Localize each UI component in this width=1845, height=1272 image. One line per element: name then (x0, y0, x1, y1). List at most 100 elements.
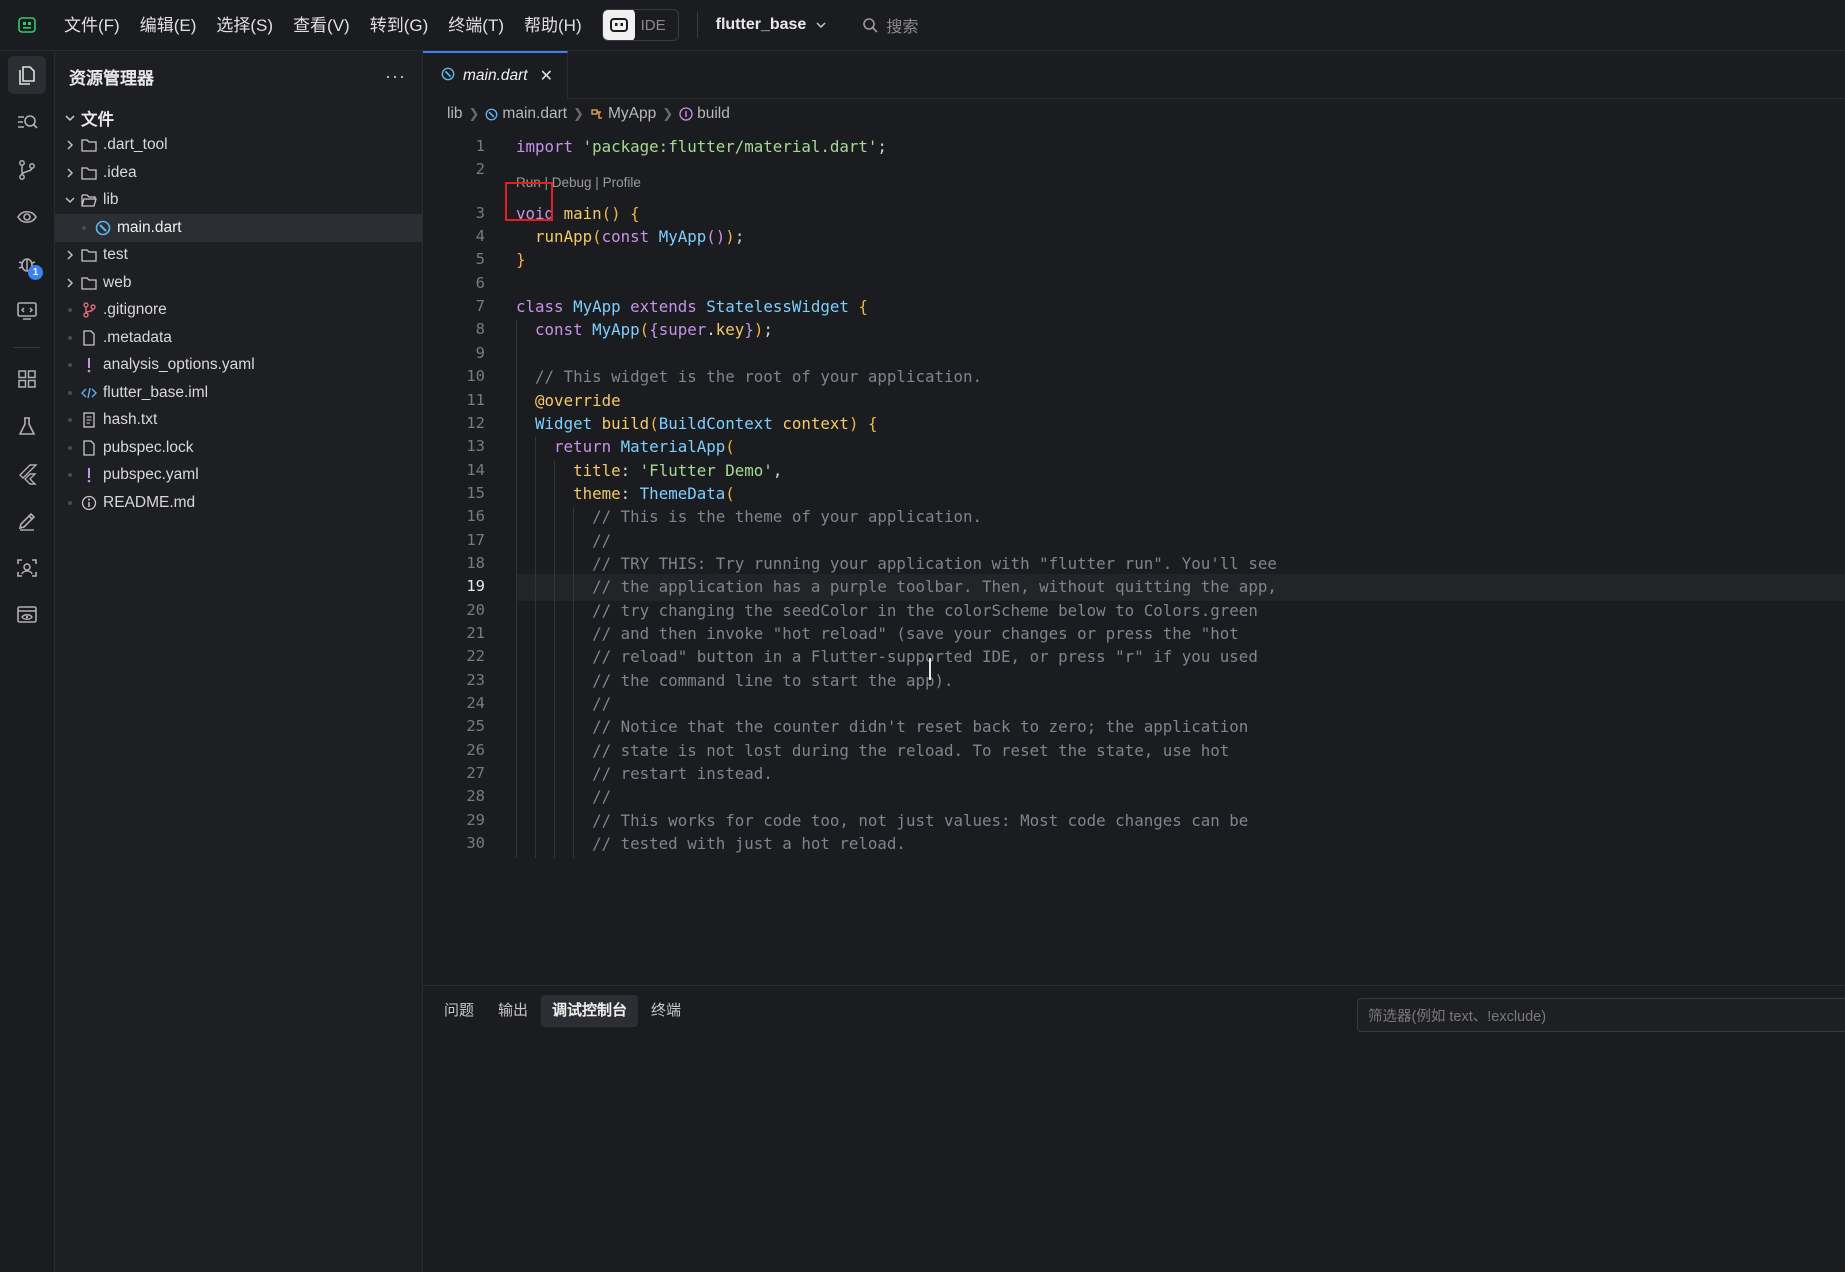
tree-item-web[interactable]: web (55, 269, 422, 297)
extensions-grid-icon[interactable] (8, 360, 46, 398)
code-line: Widget build(BuildContext context) { (535, 413, 878, 433)
tree-item-label: web (103, 273, 132, 291)
edit-pen-icon[interactable] (8, 502, 46, 540)
chevron-down-icon (63, 113, 77, 123)
code-line: // This works for code too, not just val… (592, 810, 1249, 830)
debug-icon[interactable]: 1 (8, 245, 46, 283)
line-number: 12 (466, 413, 485, 432)
code-line: // (592, 530, 612, 550)
tree-item-pubspec-lock[interactable]: pubspec.lock (55, 434, 422, 462)
more-actions-icon[interactable]: ··· (385, 66, 406, 87)
code-line: // tested with just a hot reload. (592, 834, 906, 854)
line-number: 14 (466, 460, 485, 479)
tab-label: main.dart (463, 67, 528, 84)
line-number: 15 (466, 483, 485, 502)
tree-item-dart-tool[interactable]: .dart_tool (55, 132, 422, 160)
line-number: 21 (466, 624, 485, 642)
tree-item-main-dart[interactable]: main.dart (55, 214, 422, 242)
tab-debug-console[interactable]: 调试控制台 (541, 995, 639, 1027)
tree-item-lib[interactable]: lib (55, 187, 422, 215)
search-code-icon[interactable] (8, 103, 46, 141)
line-number: 22 (466, 647, 485, 666)
menu-file[interactable]: 文件(F) (54, 0, 130, 51)
explorer-icon[interactable] (8, 56, 46, 94)
menu-view[interactable]: 查看(V) (283, 0, 360, 51)
tree-root-files[interactable]: 文件 (55, 104, 422, 132)
tab-terminal[interactable]: 终端 (640, 995, 692, 1027)
tree-item-label: pubspec.yaml (103, 466, 199, 484)
code-line: title: 'Flutter Demo', (573, 460, 783, 480)
chevron-down-icon (816, 22, 826, 29)
info-icon (81, 495, 97, 511)
folder-icon (81, 275, 97, 291)
code-line: // (592, 787, 612, 807)
indent-dot (68, 335, 72, 340)
breadcrumb: lib ❯ main.dart ❯ MyApp ❯ build (423, 99, 1845, 129)
code-line: // reload" button in a Flutter-supported… (592, 647, 1258, 667)
project-selector[interactable]: flutter_base (716, 16, 827, 34)
tree-item-test[interactable]: test (55, 242, 422, 270)
debug-filter-input[interactable]: 筛选器(例如 text、!exclude) (1357, 998, 1845, 1032)
tab-problems[interactable]: 问题 (433, 995, 485, 1027)
search-box[interactable]: 搜索 (862, 13, 918, 37)
breadcrumb-lib[interactable]: lib (447, 105, 463, 123)
app-logo-icon[interactable] (0, 0, 54, 51)
tree-item-flutter-base-iml[interactable]: flutter_base.iml (55, 379, 422, 407)
tab-output[interactable]: 输出 (487, 995, 539, 1027)
search-icon (863, 18, 878, 33)
ide-robot-icon (602, 10, 635, 40)
tree-item-hash-txt[interactable]: hash.txt (55, 407, 422, 435)
tree-item-label: flutter_base.iml (103, 383, 209, 401)
tree-item-gitignore[interactable]: .gitignore (55, 297, 422, 325)
indent-dot (68, 500, 72, 505)
code-line: // the application has a purple toolbar.… (592, 577, 1277, 597)
activity-bar: 1 (0, 51, 55, 1272)
explorer-panel: 资源管理器 ··· 文件 .dart_tool .idea lib main.d… (55, 51, 423, 1272)
close-icon[interactable]: ✕ (540, 66, 553, 86)
chevron-right-icon: ❯ (662, 106, 674, 121)
editor-area: main.dart ✕ lib ❯ main.dart ❯ MyApp ❯ bu… (423, 51, 1845, 985)
code-editor[interactable]: Run | Debug | Profile 1 2 3 4 5 6 7 8 9 10 11 12 13 1… (423, 129, 1845, 985)
menu-help[interactable]: 帮助(H) (514, 0, 592, 51)
line-number: 8 (475, 320, 485, 339)
tree-item-pubspec-yaml[interactable]: pubspec.yaml (55, 462, 422, 490)
chevron-right-icon (63, 250, 77, 260)
breadcrumb-main-dart[interactable]: main.dart (502, 105, 567, 123)
breadcrumb-build[interactable]: build (697, 105, 730, 123)
tree-item-analysis-options[interactable]: analysis_options.yaml (55, 352, 422, 380)
tree-item-label: .idea (103, 163, 137, 181)
menu-selection[interactable]: 选择(S) (206, 0, 283, 51)
tree-item-metadata[interactable]: .metadata (55, 324, 422, 352)
line-number: 13 (466, 437, 485, 456)
line-number: 9 (475, 343, 485, 362)
code-line: // and then invoke "hot reload" (save yo… (592, 624, 1239, 643)
preview-eye-icon[interactable] (8, 198, 46, 236)
file-icon (81, 330, 97, 346)
web-preview-icon[interactable] (8, 596, 46, 634)
flutter-icon[interactable] (8, 455, 46, 493)
remote-monitor-icon[interactable] (8, 292, 46, 330)
tree-item-idea[interactable]: .idea (55, 159, 422, 187)
tree-item-label: README.md (103, 493, 196, 511)
code-line: theme: ThemeData( (573, 483, 735, 503)
breadcrumb-myapp[interactable]: MyApp (608, 105, 656, 123)
folder-icon (81, 247, 97, 263)
tab-main-dart[interactable]: main.dart ✕ (423, 51, 569, 99)
ide-mode-toggle[interactable]: IDE (601, 9, 679, 41)
source-control-icon[interactable] (8, 151, 46, 189)
line-number: 27 (466, 764, 485, 783)
line-number: 24 (466, 694, 485, 713)
menu-edit[interactable]: 编辑(E) (130, 0, 207, 51)
project-name: flutter_base (715, 16, 807, 33)
search-label: 搜索 (886, 19, 919, 36)
scan-user-icon[interactable] (8, 549, 46, 587)
tree-root-label: 文件 (81, 110, 114, 129)
testing-flask-icon[interactable] (8, 407, 46, 445)
menu-terminal[interactable]: 终端(T) (438, 0, 514, 51)
menu-go[interactable]: 转到(G) (360, 0, 439, 51)
tree-item-readme[interactable]: README.md (55, 489, 422, 517)
line-number: 30 (466, 834, 485, 853)
line-number: 19 (466, 577, 485, 596)
code-line: // This widget is the root of your appli… (535, 367, 983, 387)
code-file-icon (81, 385, 97, 401)
